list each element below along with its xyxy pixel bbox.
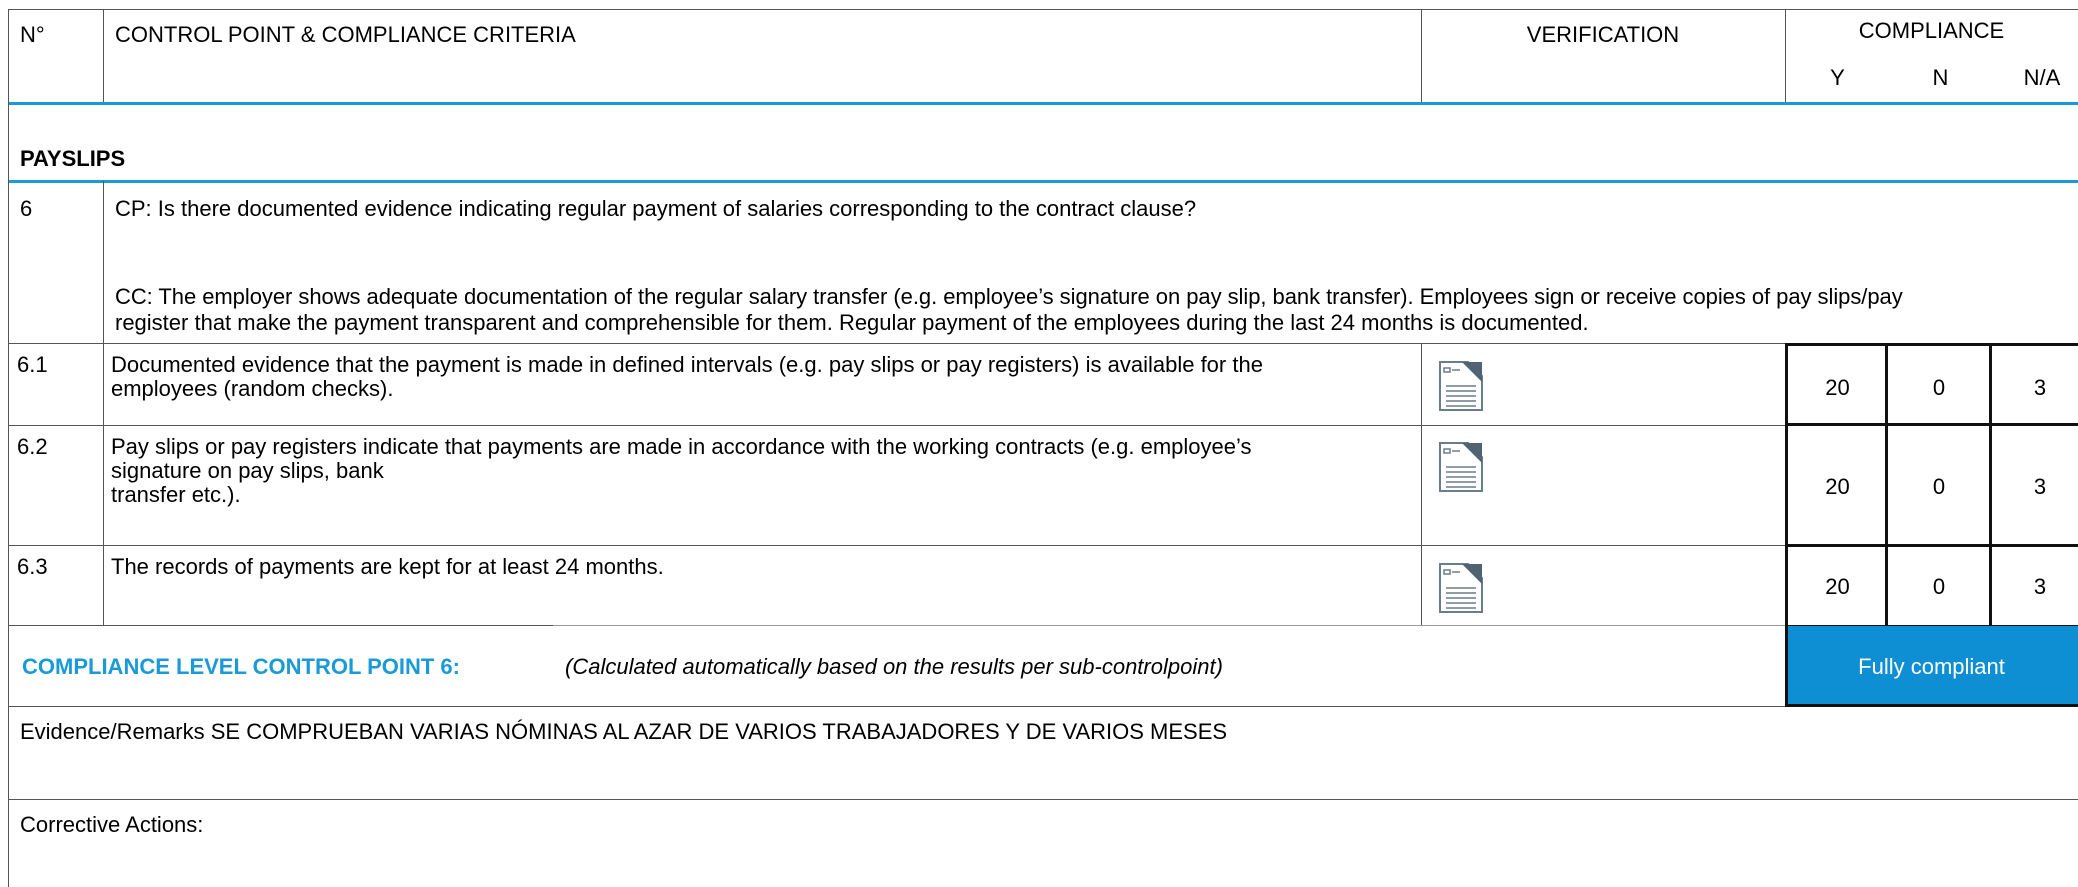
column-header-number: N°	[20, 22, 45, 47]
control-point-question: CP: Is there documented evidence indicat…	[115, 196, 1197, 221]
compliance-criteria-line-1: CC: The employer shows adequate document…	[115, 284, 1903, 309]
score-no: 0	[1932, 474, 1946, 499]
score-yes: 20	[1825, 375, 1850, 400]
sub-point-number: 6.1	[17, 352, 48, 377]
table-left-border	[8, 9, 9, 887]
score-no: 0	[1932, 375, 1946, 400]
control-point-number: 6	[20, 196, 33, 221]
header-bottom-rule	[8, 102, 2078, 105]
row-divider	[8, 799, 2078, 800]
column-header-verification: VERIFICATION	[1526, 22, 1680, 47]
document-icon[interactable]	[1438, 562, 1484, 614]
score-yes: 20	[1825, 574, 1850, 599]
score-na: 3	[2033, 375, 2047, 400]
compliance-result-text: Fully compliant	[1858, 654, 2005, 679]
column-header-criteria: CONTROL POINT & COMPLIANCE CRITERIA	[115, 22, 576, 47]
col-divider	[103, 181, 104, 626]
compliance-level-note: (Calculated automatically based on the r…	[565, 654, 1223, 679]
document-icon[interactable]	[1438, 360, 1484, 412]
sub-point-text-line-1: Pay slips or pay registers indicate that…	[111, 434, 1252, 459]
col-divider	[103, 9, 104, 102]
column-header-yes: Y	[1830, 65, 1845, 90]
row-divider	[8, 545, 2078, 546]
row-divider	[8, 706, 2078, 707]
score-na: 3	[2033, 474, 2047, 499]
sub-point-text-line-3: transfer etc.).	[111, 482, 241, 507]
col-divider	[1421, 343, 1422, 625]
row-divider	[8, 425, 2078, 426]
table-top-border	[8, 9, 2078, 10]
compliance-criteria-line-2: register that make the payment transpare…	[115, 310, 1589, 335]
column-header-compliance: COMPLIANCE	[1858, 18, 2005, 43]
document-icon[interactable]	[1438, 441, 1484, 493]
evidence-remarks: Evidence/Remarks SE COMPRUEBAN VARIAS NÓ…	[20, 719, 1228, 744]
sub-point-number: 6.3	[17, 554, 48, 579]
sub-point-number: 6.2	[17, 434, 48, 459]
column-header-not-applicable: N/A	[2023, 65, 2061, 90]
section-title: PAYSLIPS	[20, 146, 126, 171]
score-yes: 20	[1825, 474, 1850, 499]
score-no: 0	[1932, 574, 1946, 599]
sub-point-text-line-2: signature on pay slips, bank	[111, 458, 384, 483]
row-divider	[8, 343, 2078, 344]
score-na: 3	[2033, 574, 2047, 599]
corrective-actions-label: Corrective Actions:	[20, 812, 204, 837]
sub-point-text-line-1: The records of payments are kept for at …	[111, 554, 664, 579]
section-bottom-rule	[8, 180, 2078, 183]
column-header-no: N	[1932, 65, 1949, 90]
compliance-level-label: COMPLIANCE LEVEL CONTROL POINT 6:	[22, 654, 460, 679]
sub-point-text-line-2: employees (random checks).	[111, 376, 394, 401]
sub-point-text-line-1: Documented evidence that the payment is …	[111, 352, 1263, 377]
row-divider	[553, 625, 1786, 626]
row-divider	[8, 625, 553, 626]
